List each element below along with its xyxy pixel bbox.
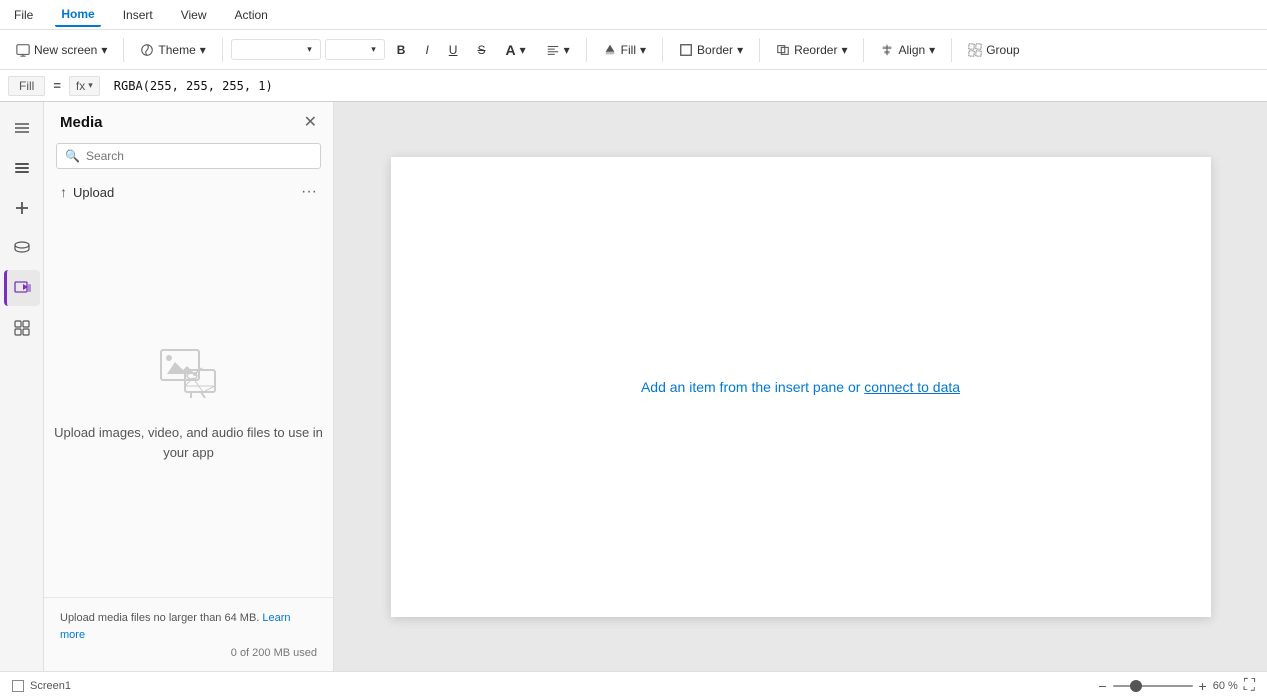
new-screen-icon xyxy=(16,43,30,57)
add-icon xyxy=(13,199,31,217)
zoom-out-button[interactable]: − xyxy=(1098,679,1106,693)
data-button[interactable] xyxy=(4,230,40,266)
layers-icon xyxy=(13,159,31,177)
screen-tab[interactable]: Screen1 xyxy=(12,680,71,692)
fill-button[interactable]: Fill ▾ xyxy=(595,39,654,61)
separator-5 xyxy=(759,38,760,62)
canvas-area: Add an item from the insert pane or conn… xyxy=(334,102,1267,671)
strikethrough-button[interactable]: S xyxy=(469,39,493,61)
panel-header: Media ✕ xyxy=(44,102,333,139)
align-text-button[interactable]: ▾ xyxy=(538,39,578,61)
search-icon: 🔍 xyxy=(65,149,80,163)
reorder-button[interactable]: Reorder ▾ xyxy=(768,39,855,61)
menu-action[interactable]: Action xyxy=(229,4,274,26)
layers-button[interactable] xyxy=(4,150,40,186)
status-bar: Screen1 − + 60 % ⛶ xyxy=(0,671,1267,699)
bold-button[interactable]: B xyxy=(389,39,414,61)
footer-usage: 0 of 200 MB used xyxy=(60,647,317,659)
formula-value: RGBA(255, 255, 255, 1) xyxy=(108,77,1259,95)
panel-close-button[interactable]: ✕ xyxy=(304,115,317,131)
more-options-button[interactable]: ··· xyxy=(301,183,317,201)
toolbar: New screen ▾ Theme ▾ ▾ ▾ B I U S A ▾ ▾ F… xyxy=(0,30,1267,70)
border-button[interactable]: Border ▾ xyxy=(671,39,751,61)
media-empty-description: Upload images, video, and audio files to… xyxy=(44,423,333,462)
font-family-dropdown[interactable]: ▾ xyxy=(231,39,321,60)
media-icon xyxy=(14,279,32,297)
italic-button[interactable]: I xyxy=(417,39,436,61)
separator-4 xyxy=(662,38,663,62)
group-icon xyxy=(968,43,982,57)
data-icon xyxy=(13,239,31,257)
media-empty-icon xyxy=(157,342,221,407)
underline-button[interactable]: U xyxy=(441,39,466,61)
align-text-icon xyxy=(546,43,560,57)
menu-home[interactable]: Home xyxy=(55,3,100,27)
hamburger-button[interactable] xyxy=(4,110,40,146)
component-button[interactable] xyxy=(4,310,40,346)
theme-button[interactable]: Theme ▾ xyxy=(132,39,213,61)
separator-1 xyxy=(123,38,124,62)
panel-footer: Upload media files no larger than 64 MB.… xyxy=(44,597,333,671)
menu-bar: File Home Insert View Action xyxy=(0,0,1267,30)
footer-note: Upload media files no larger than 64 MB.… xyxy=(60,610,317,643)
screen-tab-icon xyxy=(12,680,24,692)
new-screen-button[interactable]: New screen ▾ xyxy=(8,39,115,61)
media-panel: Media ✕ 🔍 ↑ Upload ··· xyxy=(44,102,334,671)
upload-label: Upload xyxy=(73,185,114,200)
theme-icon xyxy=(140,43,154,57)
fullscreen-button[interactable]: ⛶ xyxy=(1244,678,1255,694)
separator-6 xyxy=(863,38,864,62)
zoom-value: 60 % xyxy=(1213,680,1238,692)
formula-fx-button[interactable]: fx ▾ xyxy=(69,76,100,96)
menu-view[interactable]: View xyxy=(175,4,213,26)
component-icon xyxy=(13,319,31,337)
formula-bar: Fill = fx ▾ RGBA(255, 255, 255, 1) xyxy=(0,70,1267,102)
separator-3 xyxy=(586,38,587,62)
zoom-in-button[interactable]: + xyxy=(1199,679,1207,693)
font-color-button[interactable]: A ▾ xyxy=(497,38,533,62)
separator-2 xyxy=(222,38,223,62)
hamburger-icon xyxy=(13,119,31,137)
reorder-icon xyxy=(776,43,790,57)
panel-title: Media xyxy=(60,114,103,131)
menu-insert[interactable]: Insert xyxy=(117,4,159,26)
group-button[interactable]: Group xyxy=(960,39,1027,61)
formula-equals: = xyxy=(53,78,61,93)
canvas-hint: Add an item from the insert pane or conn… xyxy=(641,379,960,395)
media-empty-state: Upload images, video, and audio files to… xyxy=(44,207,333,597)
upload-icon: ↑ xyxy=(60,184,67,200)
upload-row[interactable]: ↑ Upload ··· xyxy=(44,177,333,207)
screen-name: Screen1 xyxy=(30,680,71,692)
add-button[interactable] xyxy=(4,190,40,226)
search-box[interactable]: 🔍 xyxy=(56,143,321,169)
formula-fill-label: Fill xyxy=(8,76,45,96)
main-area: Media ✕ 🔍 ↑ Upload ··· xyxy=(0,102,1267,671)
align-icon xyxy=(880,43,894,57)
canvas[interactable]: Add an item from the insert pane or conn… xyxy=(391,157,1211,617)
border-icon xyxy=(679,43,693,57)
separator-7 xyxy=(951,38,952,62)
fill-icon xyxy=(603,43,617,57)
menu-file[interactable]: File xyxy=(8,4,39,26)
zoom-slider[interactable] xyxy=(1113,685,1193,687)
search-input[interactable] xyxy=(86,149,312,163)
align-button[interactable]: Align ▾ xyxy=(872,39,943,61)
icon-bar xyxy=(0,102,44,671)
media-button[interactable] xyxy=(4,270,40,306)
connect-to-data-link[interactable]: connect to data xyxy=(864,379,960,395)
zoom-controls: − + 60 % ⛶ xyxy=(1098,678,1255,694)
upload-button[interactable]: ↑ Upload xyxy=(60,184,114,200)
font-size-dropdown[interactable]: ▾ xyxy=(325,39,385,60)
